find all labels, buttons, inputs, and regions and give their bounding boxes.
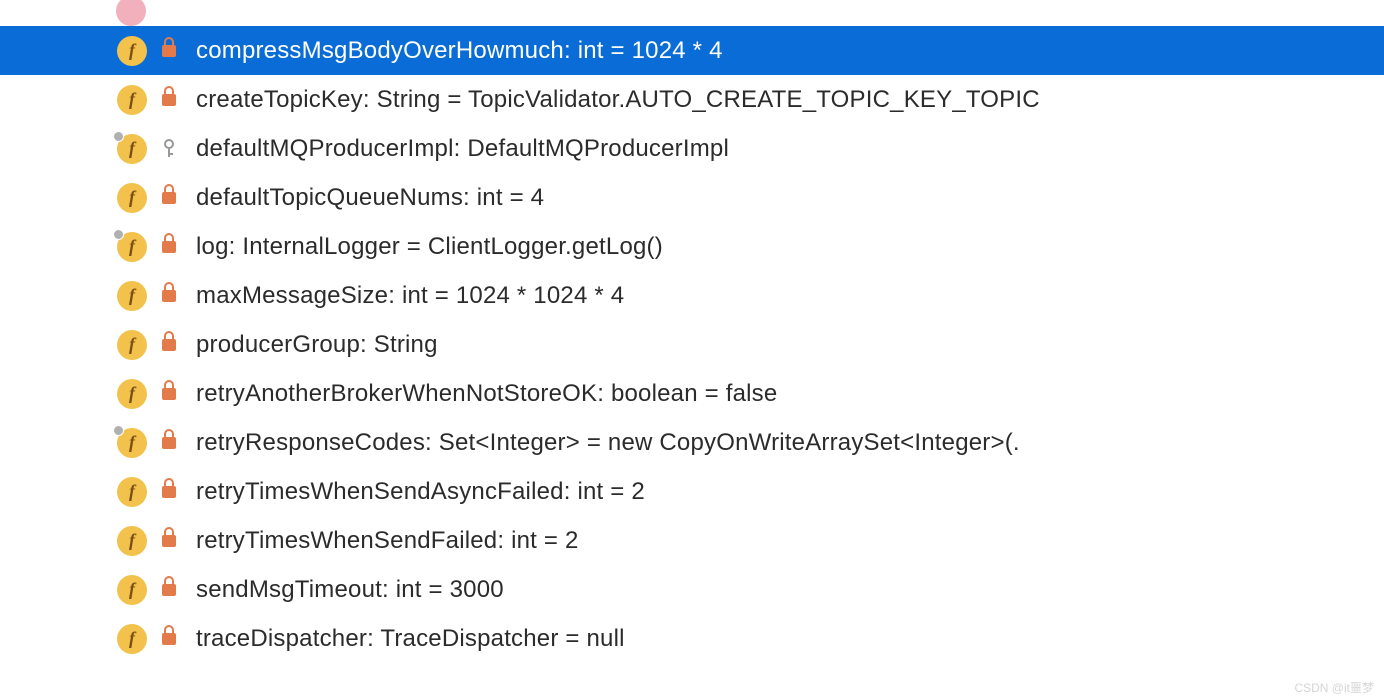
watermark: CSDN @it噩梦	[1294, 679, 1374, 696]
lock-icon	[160, 236, 178, 258]
field-icon: f	[116, 231, 148, 263]
field-row-createTopicKey[interactable]: f createTopicKey: String = TopicValidato…	[0, 75, 1384, 124]
field-label: log: InternalLogger = ClientLogger.getLo…	[196, 233, 663, 261]
field-icon: f	[116, 182, 148, 214]
lock-icon	[160, 530, 178, 552]
field-icon: f	[116, 476, 148, 508]
field-row-sendMsgTimeout[interactable]: f sendMsgTimeout: int = 3000	[0, 565, 1384, 614]
field-label: createTopicKey: String = TopicValidator.…	[196, 86, 1040, 114]
field-icon: f	[116, 35, 148, 67]
lock-icon	[160, 481, 178, 503]
lock-icon	[160, 89, 178, 111]
field-label: maxMessageSize: int = 1024 * 1024 * 4	[196, 282, 624, 310]
field-icon: f	[116, 84, 148, 116]
field-icon: f	[116, 329, 148, 361]
lock-icon	[160, 383, 178, 405]
static-marker-icon	[113, 131, 124, 142]
field-label: compressMsgBodyOverHowmuch: int = 1024 *…	[196, 37, 723, 65]
field-row-retryResponseCodes[interactable]: f retryResponseCodes: Set<Integer> = new…	[0, 418, 1384, 467]
field-row-retryTimesWhenSendFailed[interactable]: f retryTimesWhenSendFailed: int = 2	[0, 516, 1384, 565]
field-row-defaultMQProducerImpl[interactable]: f defaultMQProducerImpl: DefaultMQProduc…	[0, 124, 1384, 173]
field-row-retryTimesWhenSendAsyncFailed[interactable]: f retryTimesWhenSendAsyncFailed: int = 2	[0, 467, 1384, 516]
lock-icon	[160, 285, 178, 307]
field-icon: f	[116, 133, 148, 165]
field-icon: f	[116, 525, 148, 557]
method-icon	[116, 0, 146, 26]
field-label: retryTimesWhenSendFailed: int = 2	[196, 527, 579, 555]
lock-icon	[160, 40, 178, 62]
field-row-maxMessageSize[interactable]: f maxMessageSize: int = 1024 * 1024 * 4	[0, 271, 1384, 320]
lock-icon	[160, 334, 178, 356]
field-icon: f	[116, 574, 148, 606]
key-icon	[160, 138, 178, 160]
field-label: traceDispatcher: TraceDispatcher = null	[196, 625, 625, 653]
field-label: retryAnotherBrokerWhenNotStoreOK: boolea…	[196, 380, 777, 408]
field-row-retryAnotherBrokerWhenNotStoreOK[interactable]: f retryAnotherBrokerWhenNotStoreOK: bool…	[0, 369, 1384, 418]
field-label: defaultTopicQueueNums: int = 4	[196, 184, 544, 212]
lock-icon	[160, 187, 178, 209]
partial-row-top[interactable]	[0, 4, 1384, 26]
field-label: retryTimesWhenSendAsyncFailed: int = 2	[196, 478, 645, 506]
field-label: defaultMQProducerImpl: DefaultMQProducer…	[196, 135, 729, 163]
lock-icon	[160, 432, 178, 454]
structure-list: f compressMsgBodyOverHowmuch: int = 1024…	[0, 0, 1384, 663]
field-label: sendMsgTimeout: int = 3000	[196, 576, 504, 604]
field-icon: f	[116, 623, 148, 655]
field-row-traceDispatcher[interactable]: f traceDispatcher: TraceDispatcher = nul…	[0, 614, 1384, 663]
field-row-compressMsgBodyOverHowmuch[interactable]: f compressMsgBodyOverHowmuch: int = 1024…	[0, 26, 1384, 75]
field-label: retryResponseCodes: Set<Integer> = new C…	[196, 429, 1020, 457]
static-marker-icon	[113, 425, 124, 436]
field-row-defaultTopicQueueNums[interactable]: f defaultTopicQueueNums: int = 4	[0, 173, 1384, 222]
field-icon: f	[116, 378, 148, 410]
lock-icon	[160, 579, 178, 601]
field-row-producerGroup[interactable]: f producerGroup: String	[0, 320, 1384, 369]
field-icon: f	[116, 280, 148, 312]
lock-icon	[160, 628, 178, 650]
static-marker-icon	[113, 229, 124, 240]
field-icon: f	[116, 427, 148, 459]
field-label: producerGroup: String	[196, 331, 438, 359]
field-row-log[interactable]: f log: InternalLogger = ClientLogger.get…	[0, 222, 1384, 271]
